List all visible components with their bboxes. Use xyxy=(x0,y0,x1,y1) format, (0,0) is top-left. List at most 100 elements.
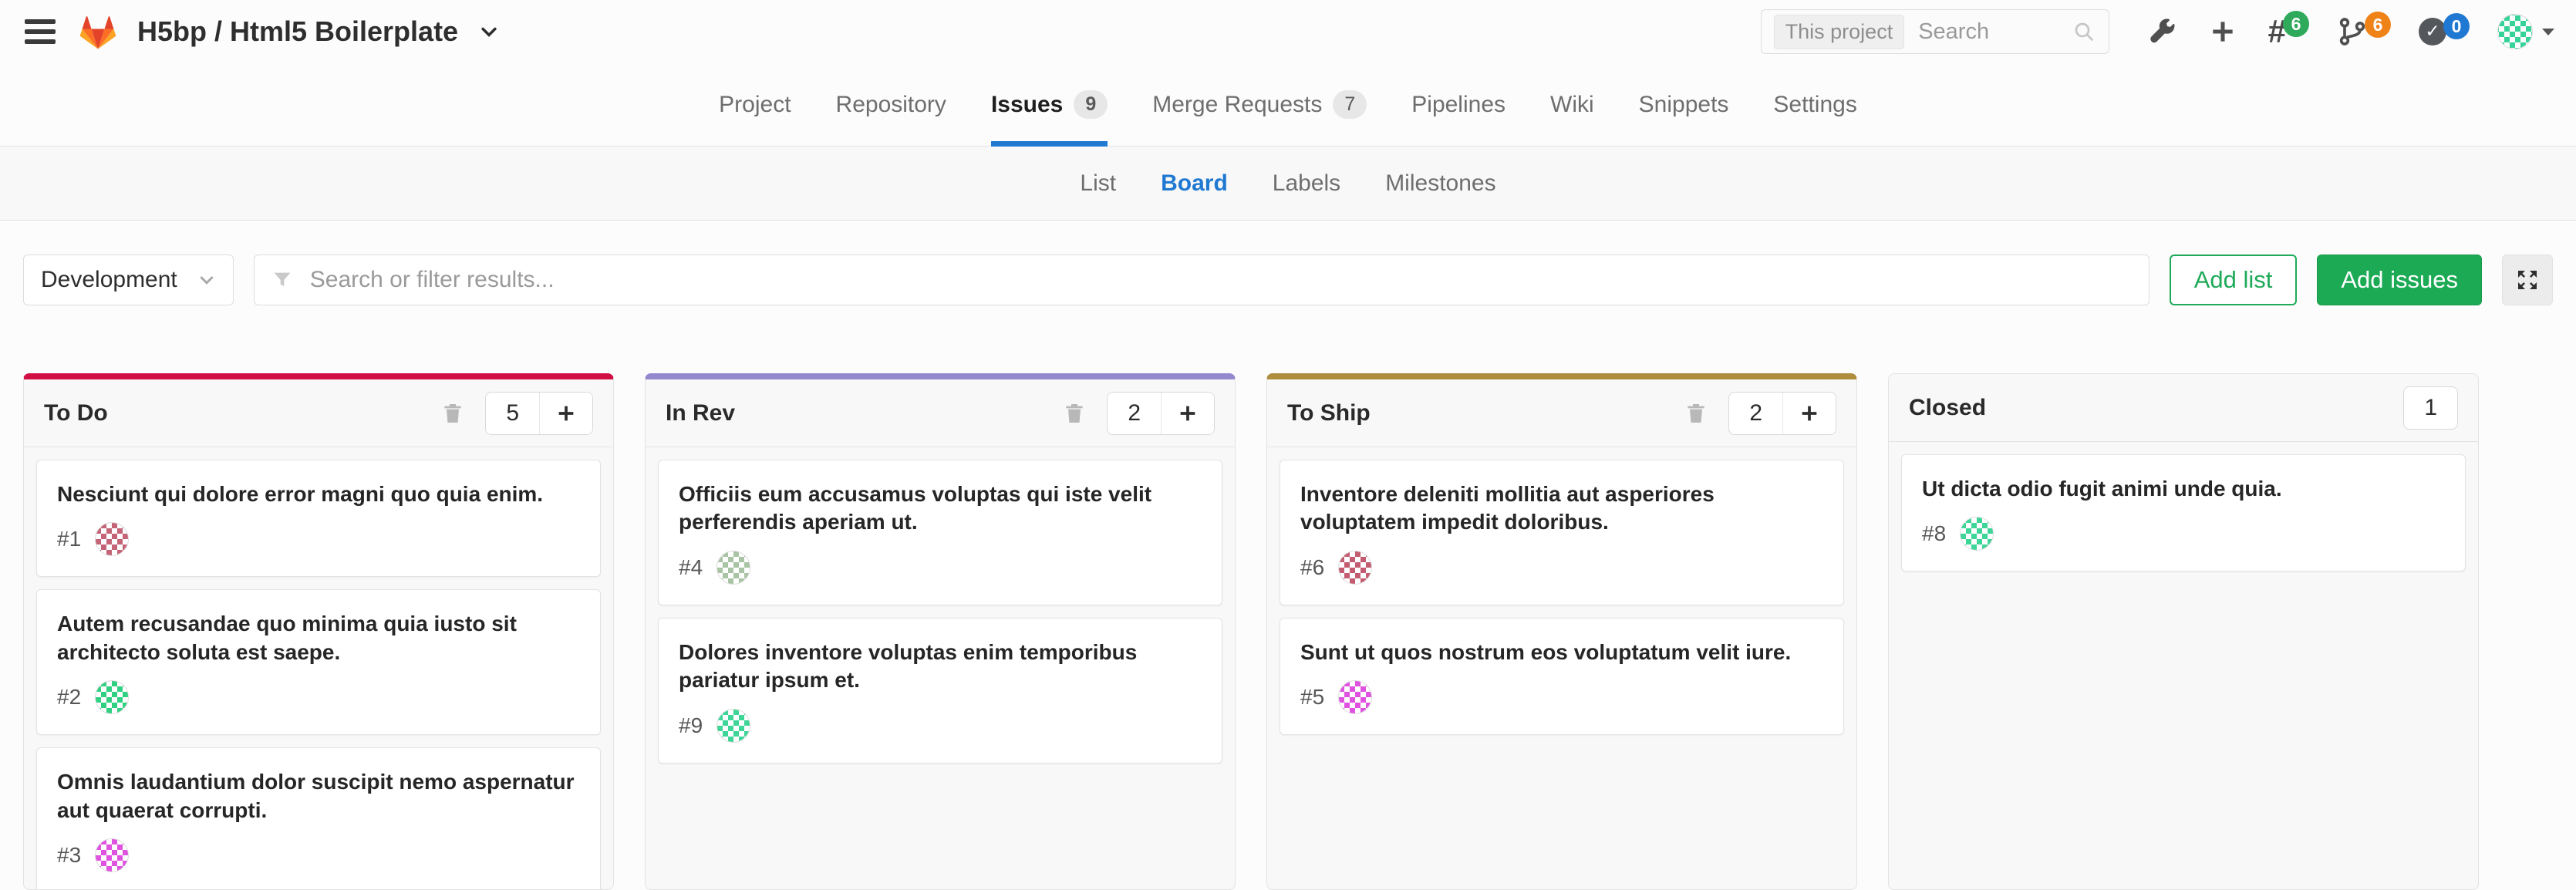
new-issue-button[interactable] xyxy=(1782,393,1836,434)
issue-card[interactable]: Sunt ut quos nostrum eos voluptatum veli… xyxy=(1280,618,1844,735)
merge-requests-counter-button[interactable]: 6 xyxy=(2337,16,2368,47)
issue-count: 2 xyxy=(1108,393,1161,434)
column-title: To Ship xyxy=(1287,400,1664,426)
trash-icon xyxy=(1684,401,1708,426)
fullscreen-button[interactable] xyxy=(2502,255,2553,305)
navbar-right: This project Search # 6 6 ✓ 0 xyxy=(1761,9,2554,54)
board-column-todo: To Do 5 Nesciunt qui dolore error magni … xyxy=(23,373,614,890)
issue-card[interactable]: Autem recusandae quo minima quia iusto s… xyxy=(36,589,601,735)
filter-bar: Development Add list Add issues xyxy=(0,221,2576,339)
column-title: In Rev xyxy=(666,400,1042,426)
tab-project[interactable]: Project xyxy=(719,63,791,146)
tab-issues[interactable]: Issues 9 xyxy=(991,63,1108,146)
todos-counter-button[interactable]: ✓ 0 xyxy=(2419,18,2446,46)
expand-icon xyxy=(2514,266,2541,294)
admin-wrench-button[interactable] xyxy=(2148,17,2177,46)
tab-wiki[interactable]: Wiki xyxy=(1550,63,1594,146)
column-count-group: 5 xyxy=(485,392,593,435)
board-selector-dropdown[interactable]: Development xyxy=(23,255,234,305)
column-count-group: 2 xyxy=(1107,392,1215,435)
tab-pipelines[interactable]: Pipelines xyxy=(1411,63,1505,146)
navbar-left: H5bp / Html5 Boilerplate xyxy=(22,12,500,51)
issue-id: #5 xyxy=(1300,685,1324,710)
trash-icon xyxy=(1062,401,1087,426)
issue-board: To Do 5 Nesciunt qui dolore error magni … xyxy=(0,339,2576,890)
merge-requests-count-badge: 6 xyxy=(2365,12,2391,38)
project-breadcrumb[interactable]: H5bp / Html5 Boilerplate xyxy=(137,15,458,48)
merge-request-branch-icon xyxy=(2337,16,2368,47)
board-column-closed: Closed 1 Ut dicta odio fugit animi unde … xyxy=(1888,373,2479,890)
column-count-group: 1 xyxy=(2403,386,2458,430)
assignee-avatar xyxy=(95,680,129,714)
issue-id: #8 xyxy=(1922,521,1946,546)
chevron-down-icon xyxy=(2542,29,2554,35)
new-issue-button[interactable] xyxy=(1161,393,1214,434)
delete-list-button[interactable] xyxy=(1059,398,1090,429)
add-list-button[interactable]: Add list xyxy=(2170,255,2298,305)
issue-count: 5 xyxy=(486,393,539,434)
tab-repository[interactable]: Repository xyxy=(836,63,946,146)
issue-card[interactable]: Officiis eum accusamus voluptas qui iste… xyxy=(658,460,1222,605)
column-count-group: 2 xyxy=(1728,392,1836,435)
subnav-list[interactable]: List xyxy=(1080,170,1116,197)
delete-list-button[interactable] xyxy=(1681,398,1711,429)
new-issue-button[interactable] xyxy=(539,393,592,434)
delete-list-button[interactable] xyxy=(437,398,468,429)
issue-id: #2 xyxy=(57,685,81,710)
subnav-board[interactable]: Board xyxy=(1161,170,1228,197)
add-issues-button[interactable]: Add issues xyxy=(2317,255,2482,305)
plus-icon xyxy=(1177,403,1199,424)
tab-snippets[interactable]: Snippets xyxy=(1639,63,1729,146)
assignee-avatar xyxy=(1960,517,1994,551)
subnav-milestones[interactable]: Milestones xyxy=(1385,170,1495,197)
card-list: Ut dicta odio fugit animi unde quia. #8 xyxy=(1889,442,2478,889)
global-search-input[interactable]: This project Search xyxy=(1761,9,2109,54)
hamburger-menu-button[interactable] xyxy=(22,13,59,50)
assignee-avatar xyxy=(1338,680,1372,714)
issue-id: #3 xyxy=(57,843,81,868)
filter-search-input[interactable] xyxy=(309,266,2132,294)
todos-count-badge: 0 xyxy=(2443,13,2470,39)
project-nav: Project Repository Issues 9 Merge Reques… xyxy=(0,63,2576,147)
user-menu-button[interactable] xyxy=(2497,14,2554,49)
assignee-avatar xyxy=(1338,551,1372,585)
issue-card[interactable]: Ut dicta odio fugit animi unde quia. #8 xyxy=(1901,454,2466,571)
assignee-avatar xyxy=(95,522,129,556)
issues-counter-button[interactable]: # 6 xyxy=(2268,15,2286,48)
board-column-in-rev: In Rev 2 Officiis eum accusamus voluptas… xyxy=(645,373,1236,890)
chevron-down-icon xyxy=(478,21,500,42)
card-list: Nesciunt qui dolore error magni quo quia… xyxy=(24,447,613,889)
column-header: To Ship 2 xyxy=(1267,379,1856,447)
column-header: In Rev 2 xyxy=(646,379,1235,447)
issue-card[interactable]: Omnis laudantium dolor suscipit nemo asp… xyxy=(36,747,601,889)
search-icon xyxy=(2072,19,2096,44)
plus-icon xyxy=(1799,403,1820,424)
board-column-to-ship: To Ship 2 Inventore deleniti mollitia au… xyxy=(1266,373,1857,890)
issues-count-badge: 6 xyxy=(2283,11,2309,37)
issue-count: 1 xyxy=(2404,387,2457,429)
search-placeholder: Search xyxy=(1918,19,2057,45)
issue-id: #9 xyxy=(679,713,703,738)
issue-card[interactable]: Inventore deleniti mollitia aut asperior… xyxy=(1280,460,1844,605)
plus-icon xyxy=(555,403,577,424)
issue-card[interactable]: Dolores inventore voluptas enim temporib… xyxy=(658,618,1222,764)
issue-count: 2 xyxy=(1729,393,1782,434)
top-navbar: H5bp / Html5 Boilerplate This project Se… xyxy=(0,0,2576,63)
issue-id: #6 xyxy=(1300,555,1324,580)
merge-requests-count-pill: 7 xyxy=(1333,90,1367,119)
gitlab-logo[interactable] xyxy=(79,12,117,51)
tab-merge-requests[interactable]: Merge Requests 7 xyxy=(1152,63,1367,146)
issue-id: #1 xyxy=(57,527,81,551)
chevron-down-icon xyxy=(197,271,216,289)
board-filter-search[interactable] xyxy=(254,255,2149,305)
column-title: Closed xyxy=(1909,395,2386,421)
todo-check-icon: ✓ xyxy=(2419,18,2446,46)
issue-card[interactable]: Nesciunt qui dolore error magni quo quia… xyxy=(36,460,601,577)
card-list: Officiis eum accusamus voluptas qui iste… xyxy=(646,447,1235,889)
tab-settings[interactable]: Settings xyxy=(1773,63,1856,146)
search-scope-chip: This project xyxy=(1774,15,1905,49)
new-plus-button[interactable] xyxy=(2208,17,2237,46)
subnav-labels[interactable]: Labels xyxy=(1273,170,1340,197)
column-title: To Do xyxy=(44,400,420,426)
assignee-avatar xyxy=(716,551,750,585)
